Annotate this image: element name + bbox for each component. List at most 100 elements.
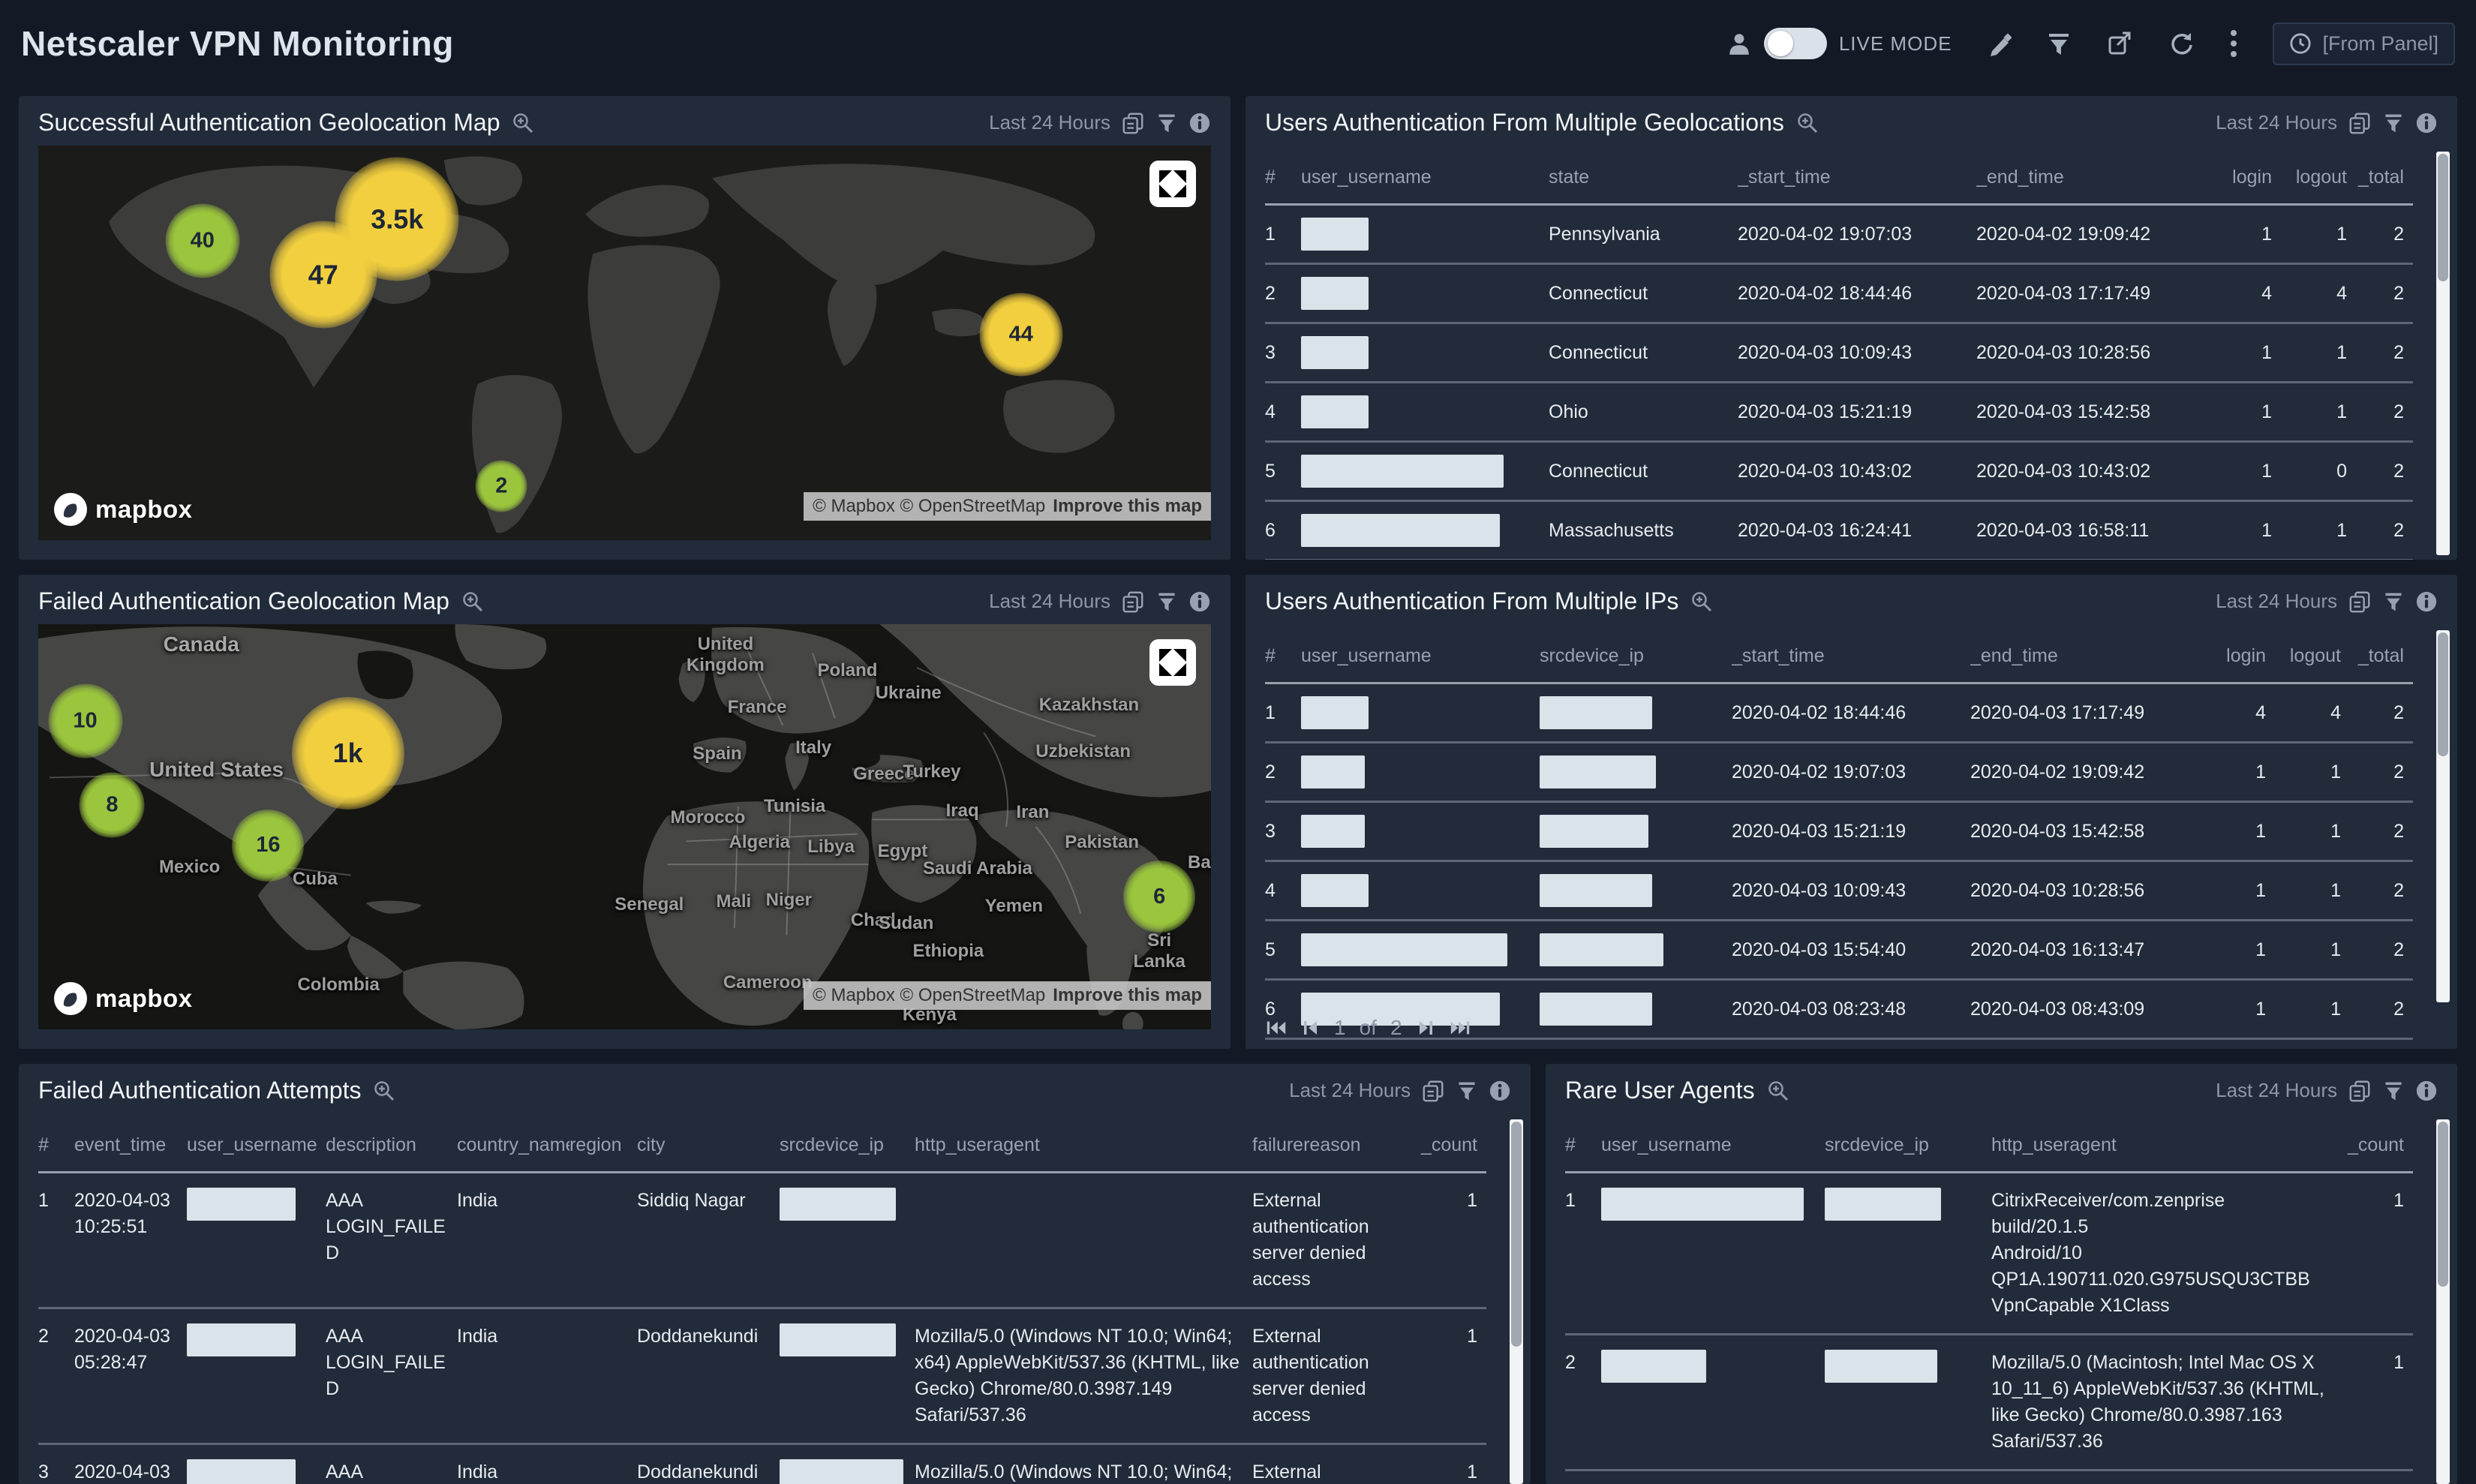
column-header[interactable]: user_username [1601, 1124, 1825, 1173]
scrollbar-thumb[interactable] [1511, 1122, 1522, 1347]
table-row[interactable]: 22020-04-02 19:07:032020-04-02 19:09:421… [1265, 743, 2413, 802]
info-icon[interactable] [2415, 1080, 2438, 1102]
table-row[interactable]: 2Connecticut2020-04-02 18:44:462020-04-0… [1265, 264, 2413, 323]
map-fullscreen-button[interactable] [1149, 161, 1196, 211]
map-bubble[interactable]: 10 [48, 683, 122, 758]
improve-map-link[interactable]: Improve this map [1053, 496, 1202, 517]
table-row[interactable]: 52020-04-03 15:54:402020-04-03 16:13:471… [1265, 921, 2413, 980]
scrollbar-thumb[interactable] [2438, 632, 2448, 756]
table-row[interactable]: 32020-04-03 05:28:01AAA LOGIN_FAILEDIndi… [38, 1444, 1486, 1484]
info-icon[interactable] [2415, 590, 2438, 613]
export-icon[interactable] [2106, 30, 2133, 57]
column-header[interactable]: state [1549, 156, 1738, 205]
open-in-search-icon[interactable] [1796, 112, 1819, 134]
column-header[interactable]: http_useragent [915, 1124, 1252, 1173]
map-bubble[interactable]: 1k [292, 697, 404, 810]
column-header[interactable]: login [2209, 635, 2275, 683]
column-header[interactable]: event_time [74, 1124, 187, 1173]
open-in-search-icon[interactable] [512, 112, 534, 134]
column-header[interactable]: # [1565, 1124, 1601, 1173]
vertical-scrollbar[interactable] [2436, 630, 2450, 1002]
filter-icon[interactable] [2382, 1080, 2405, 1102]
filter-icon[interactable] [2382, 590, 2405, 613]
improve-map-link[interactable]: Improve this map [1053, 985, 1202, 1006]
info-icon[interactable] [2415, 112, 2438, 134]
column-header[interactable]: _total [2350, 635, 2413, 683]
map-bubble[interactable]: 6 [1123, 861, 1195, 933]
refresh-icon[interactable] [2168, 30, 2195, 57]
column-header[interactable]: logout [2281, 156, 2356, 205]
info-icon[interactable] [1188, 112, 1211, 134]
copy-icon[interactable] [2348, 1079, 2372, 1103]
table-row[interactable]: 3Mozilla/5.0 (Windows NT 6.2; Win64; x64… [1565, 1470, 2413, 1484]
copy-icon[interactable] [1121, 111, 1145, 135]
last-page-button[interactable] [1449, 1017, 1471, 1039]
info-icon[interactable] [1489, 1080, 1511, 1102]
map-bubble[interactable]: 16 [232, 810, 304, 882]
open-in-search-icon[interactable] [461, 590, 484, 613]
column-header[interactable]: _end_time [1976, 156, 2215, 205]
column-header[interactable]: country_name [457, 1124, 569, 1173]
live-mode-toggle[interactable] [1764, 28, 1827, 59]
column-header[interactable]: # [1265, 635, 1301, 683]
info-icon[interactable] [1188, 590, 1211, 613]
map-bubble[interactable]: 3.5k [335, 158, 459, 281]
table-row[interactable]: 32020-04-03 15:21:192020-04-03 15:42:581… [1265, 802, 2413, 861]
vertical-scrollbar[interactable] [2436, 1119, 2450, 1484]
column-header[interactable]: srcdevice_ip [780, 1124, 915, 1173]
table-row[interactable]: 5Connecticut2020-04-03 10:43:022020-04-0… [1265, 442, 2413, 501]
filter-icon[interactable] [1155, 590, 1178, 613]
column-header[interactable]: srcdevice_ip [1540, 635, 1732, 683]
column-header[interactable]: _start_time [1732, 635, 1970, 683]
table-row[interactable]: 3Connecticut2020-04-03 10:09:432020-04-0… [1265, 323, 2413, 383]
table-row[interactable]: 12020-04-03 10:25:51AAA LOGIN_FAILEDIndi… [38, 1173, 1486, 1308]
more-menu-icon[interactable] [2229, 29, 2238, 59]
first-page-button[interactable] [1265, 1017, 1288, 1039]
vertical-scrollbar[interactable] [1510, 1119, 1523, 1484]
column-header[interactable]: # [1265, 156, 1301, 205]
table-row[interactable]: 4Ohio2020-04-03 15:21:192020-04-03 15:42… [1265, 383, 2413, 442]
open-in-search-icon[interactable] [373, 1080, 395, 1102]
table-row[interactable]: 1Pennsylvania2020-04-02 19:07:032020-04-… [1265, 205, 2413, 264]
mapbox-logo[interactable]: mapbox [53, 981, 193, 1016]
column-header[interactable]: logout [2275, 635, 2350, 683]
column-header[interactable]: _start_time [1738, 156, 1976, 205]
vertical-scrollbar[interactable] [2436, 152, 2450, 555]
column-header[interactable]: login [2215, 156, 2281, 205]
map-bubble[interactable]: 40 [165, 203, 239, 278]
column-header[interactable]: user_username [187, 1124, 326, 1173]
open-in-search-icon[interactable] [1767, 1080, 1789, 1102]
column-header[interactable]: _total [2356, 156, 2413, 205]
copy-icon[interactable] [2348, 590, 2372, 614]
copy-icon[interactable] [1121, 590, 1145, 614]
column-header[interactable]: user_username [1301, 156, 1549, 205]
map-fullscreen-button[interactable] [1149, 639, 1196, 689]
column-header[interactable]: http_useragent [1991, 1124, 2334, 1173]
map-bubble[interactable]: 44 [979, 293, 1062, 376]
success-geolocation-map[interactable]: 40473.5k442 mapbox © Mapbox © OpenStreet… [38, 146, 1211, 540]
filter-icon[interactable] [2046, 31, 2072, 56]
map-bubble[interactable]: 2 [476, 461, 527, 512]
mapbox-logo[interactable]: mapbox [53, 492, 193, 527]
filter-icon[interactable] [2382, 112, 2405, 134]
table-row[interactable]: 7srdupre2020-04-03 13:10:032020-04-03 13… [1265, 1039, 2413, 1050]
column-header[interactable]: _count [1415, 1124, 1486, 1173]
failed-geolocation-map[interactable]: CanadaUnited StatesMexicoCubaColombiaUni… [38, 624, 1211, 1029]
table-row[interactable]: 42020-04-03 10:09:432020-04-03 10:28:561… [1265, 861, 2413, 921]
column-header[interactable]: description [326, 1124, 457, 1173]
column-header[interactable]: user_username [1301, 635, 1540, 683]
current-page[interactable]: 1 [1334, 1016, 1346, 1040]
table-row[interactable]: 22020-04-03 05:28:47AAA LOGIN_FAILEDIndi… [38, 1308, 1486, 1444]
scrollbar-thumb[interactable] [2438, 154, 2448, 281]
column-header[interactable]: city [637, 1124, 780, 1173]
prev-page-button[interactable] [1301, 1017, 1321, 1039]
table-row[interactable]: 1CitrixReceiver/com.zenprise build/20.1.… [1565, 1173, 2413, 1335]
time-range-picker[interactable]: [From Panel] [2273, 23, 2455, 65]
edit-icon[interactable] [1986, 31, 2012, 56]
open-in-search-icon[interactable] [1690, 590, 1713, 613]
scrollbar-thumb[interactable] [2438, 1122, 2448, 1287]
table-row[interactable]: 6Massachusetts2020-04-03 16:24:412020-04… [1265, 501, 2413, 560]
filter-icon[interactable] [1456, 1080, 1478, 1102]
column-header[interactable]: failurereason [1252, 1124, 1415, 1173]
column-header[interactable]: _end_time [1970, 635, 2209, 683]
